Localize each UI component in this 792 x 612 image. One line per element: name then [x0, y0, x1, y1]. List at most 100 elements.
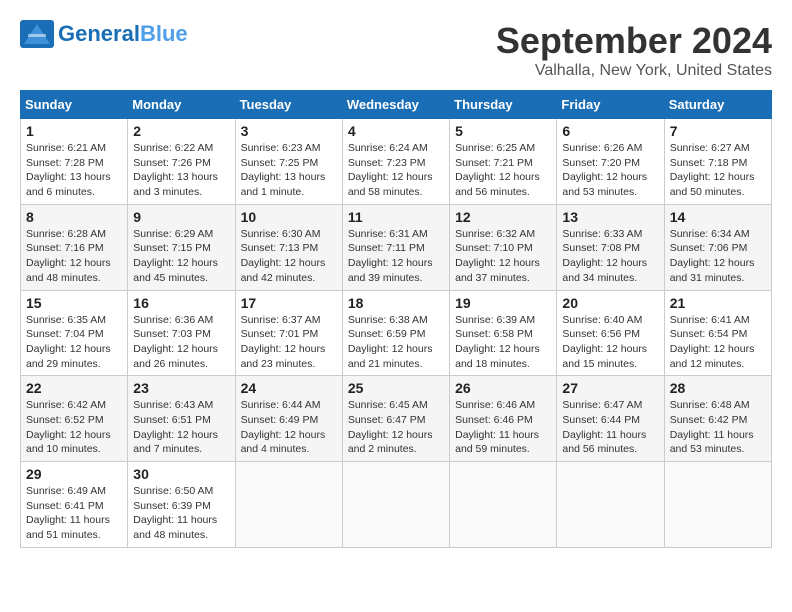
day-info: Sunrise: 6:44 AMSunset: 6:49 PMDaylight:… [241, 399, 326, 455]
table-row: 8Sunrise: 6:28 AMSunset: 7:16 PMDaylight… [21, 204, 128, 290]
table-row: 11 Sunrise: 6:31 AMSunset: 7:11 PMDayligh… [342, 204, 449, 290]
table-row: 24 Sunrise: 6:44 AMSunset: 6:49 PMDayligh… [235, 376, 342, 462]
table-row [450, 462, 557, 548]
day-number: 29 [26, 466, 122, 482]
day-number: 15 [26, 295, 122, 311]
day-number: 6 [562, 123, 658, 139]
table-row: 3 Sunrise: 6:23 AMSunset: 7:25 PMDaylight… [235, 119, 342, 205]
day-info: Sunrise: 6:35 AMSunset: 7:04 PMDaylight:… [26, 314, 111, 370]
day-number: 17 [241, 295, 337, 311]
calendar-week-1: 8Sunrise: 6:28 AMSunset: 7:16 PMDaylight… [21, 204, 772, 290]
day-info: Sunrise: 6:24 AMSunset: 7:23 PMDaylight:… [348, 142, 433, 198]
day-info: Sunrise: 6:46 AMSunset: 6:46 PMDaylight:… [455, 399, 539, 455]
day-info: Sunrise: 6:33 AMSunset: 7:08 PMDaylight:… [562, 228, 647, 284]
table-row: 5 Sunrise: 6:25 AMSunset: 7:21 PMDaylight… [450, 119, 557, 205]
day-info: Sunrise: 6:45 AMSunset: 6:47 PMDaylight:… [348, 399, 433, 455]
table-row: 9 Sunrise: 6:29 AMSunset: 7:15 PMDaylight… [128, 204, 235, 290]
col-friday: Friday [557, 91, 664, 119]
day-info: Sunrise: 6:21 AMSunset: 7:28 PMDaylight:… [26, 142, 111, 198]
day-number: 13 [562, 209, 658, 225]
table-row [235, 462, 342, 548]
day-info: Sunrise: 6:25 AMSunset: 7:21 PMDaylight:… [455, 142, 540, 198]
calendar-subtitle: Valhalla, New York, United States [496, 62, 772, 80]
table-row [557, 462, 664, 548]
page-header: GeneralBlue September 2024 Valhalla, New… [20, 20, 772, 80]
title-block: September 2024 Valhalla, New York, Unite… [496, 20, 772, 80]
day-number: 26 [455, 380, 551, 396]
day-number: 30 [133, 466, 229, 482]
table-row: 18 Sunrise: 6:38 AMSunset: 6:59 PMDayligh… [342, 290, 449, 376]
day-info: Sunrise: 6:43 AMSunset: 6:51 PMDaylight:… [133, 399, 218, 455]
table-row: 25Sunrise: 6:45 AMSunset: 6:47 PMDayligh… [342, 376, 449, 462]
day-info: Sunrise: 6:41 AMSunset: 6:54 PMDaylight:… [670, 314, 755, 370]
table-row: 14Sunrise: 6:34 AMSunset: 7:06 PMDayligh… [664, 204, 771, 290]
calendar-week-4: 29 Sunrise: 6:49 AMSunset: 6:41 PMDayligh… [21, 462, 772, 548]
day-number: 8 [26, 209, 122, 225]
calendar-title: September 2024 [496, 20, 772, 62]
day-info: Sunrise: 6:48 AMSunset: 6:42 PMDaylight:… [670, 399, 754, 455]
day-number: 24 [241, 380, 337, 396]
day-info: Sunrise: 6:39 AMSunset: 6:58 PMDaylight:… [455, 314, 540, 370]
logo-text: GeneralBlue [58, 21, 188, 47]
day-number: 1 [26, 123, 122, 139]
day-info: Sunrise: 6:23 AMSunset: 7:25 PMDaylight:… [241, 142, 326, 198]
calendar-table: Sunday Monday Tuesday Wednesday Thursday… [20, 90, 772, 548]
table-row: 30 Sunrise: 6:50 AMSunset: 6:39 PMDayligh… [128, 462, 235, 548]
table-row: 26 Sunrise: 6:46 AMSunset: 6:46 PMDayligh… [450, 376, 557, 462]
table-row: 21Sunrise: 6:41 AMSunset: 6:54 PMDayligh… [664, 290, 771, 376]
day-info: Sunrise: 6:49 AMSunset: 6:41 PMDaylight:… [26, 485, 110, 541]
day-info: Sunrise: 6:36 AMSunset: 7:03 PMDaylight:… [133, 314, 218, 370]
day-info: Sunrise: 6:29 AMSunset: 7:15 PMDaylight:… [133, 228, 218, 284]
table-row: 6 Sunrise: 6:26 AMSunset: 7:20 PMDaylight… [557, 119, 664, 205]
day-number: 2 [133, 123, 229, 139]
day-number: 7 [670, 123, 766, 139]
day-info: Sunrise: 6:27 AMSunset: 7:18 PMDaylight:… [670, 142, 755, 198]
day-number: 23 [133, 380, 229, 396]
table-row [664, 462, 771, 548]
day-info: Sunrise: 6:22 AMSunset: 7:26 PMDaylight:… [133, 142, 218, 198]
table-row: 29 Sunrise: 6:49 AMSunset: 6:41 PMDayligh… [21, 462, 128, 548]
day-info: Sunrise: 6:40 AMSunset: 6:56 PMDaylight:… [562, 314, 647, 370]
day-number: 18 [348, 295, 444, 311]
day-info: Sunrise: 6:38 AMSunset: 6:59 PMDaylight:… [348, 314, 433, 370]
col-wednesday: Wednesday [342, 91, 449, 119]
table-row: 16 Sunrise: 6:36 AMSunset: 7:03 PMDayligh… [128, 290, 235, 376]
day-number: 20 [562, 295, 658, 311]
day-number: 28 [670, 380, 766, 396]
table-row: 15 Sunrise: 6:35 AMSunset: 7:04 PMDayligh… [21, 290, 128, 376]
table-row: 17 Sunrise: 6:37 AMSunset: 7:01 PMDayligh… [235, 290, 342, 376]
logo: GeneralBlue [20, 20, 188, 48]
calendar-week-3: 22Sunrise: 6:42 AMSunset: 6:52 PMDayligh… [21, 376, 772, 462]
calendar-week-2: 15 Sunrise: 6:35 AMSunset: 7:04 PMDayligh… [21, 290, 772, 376]
table-row: 19 Sunrise: 6:39 AMSunset: 6:58 PMDayligh… [450, 290, 557, 376]
table-row: 27Sunrise: 6:47 AMSunset: 6:44 PMDayligh… [557, 376, 664, 462]
day-info: Sunrise: 6:31 AMSunset: 7:11 PMDaylight:… [348, 228, 433, 284]
table-row: 23 Sunrise: 6:43 AMSunset: 6:51 PMDayligh… [128, 376, 235, 462]
calendar-header-row: Sunday Monday Tuesday Wednesday Thursday… [21, 91, 772, 119]
col-tuesday: Tuesday [235, 91, 342, 119]
table-row: 1 Sunrise: 6:21 AMSunset: 7:28 PMDaylight… [21, 119, 128, 205]
day-number: 27 [562, 380, 658, 396]
day-info: Sunrise: 6:26 AMSunset: 7:20 PMDaylight:… [562, 142, 647, 198]
table-row: 2 Sunrise: 6:22 AMSunset: 7:26 PMDaylight… [128, 119, 235, 205]
day-number: 19 [455, 295, 551, 311]
table-row: 22Sunrise: 6:42 AMSunset: 6:52 PMDayligh… [21, 376, 128, 462]
table-row: 10Sunrise: 6:30 AMSunset: 7:13 PMDayligh… [235, 204, 342, 290]
day-number: 10 [241, 209, 337, 225]
day-number: 9 [133, 209, 229, 225]
day-number: 5 [455, 123, 551, 139]
day-number: 16 [133, 295, 229, 311]
table-row: 7 Sunrise: 6:27 AMSunset: 7:18 PMDaylight… [664, 119, 771, 205]
day-info: Sunrise: 6:34 AMSunset: 7:06 PMDaylight:… [670, 228, 755, 284]
col-sunday: Sunday [21, 91, 128, 119]
table-row: 28 Sunrise: 6:48 AMSunset: 6:42 PMDayligh… [664, 376, 771, 462]
day-number: 4 [348, 123, 444, 139]
day-number: 11 [348, 209, 444, 225]
day-info: Sunrise: 6:50 AMSunset: 6:39 PMDaylight:… [133, 485, 217, 541]
col-saturday: Saturday [664, 91, 771, 119]
calendar-week-0: 1 Sunrise: 6:21 AMSunset: 7:28 PMDaylight… [21, 119, 772, 205]
table-row: 20 Sunrise: 6:40 AMSunset: 6:56 PMDayligh… [557, 290, 664, 376]
table-row: 13 Sunrise: 6:33 AMSunset: 7:08 PMDayligh… [557, 204, 664, 290]
day-info: Sunrise: 6:37 AMSunset: 7:01 PMDaylight:… [241, 314, 326, 370]
day-number: 3 [241, 123, 337, 139]
